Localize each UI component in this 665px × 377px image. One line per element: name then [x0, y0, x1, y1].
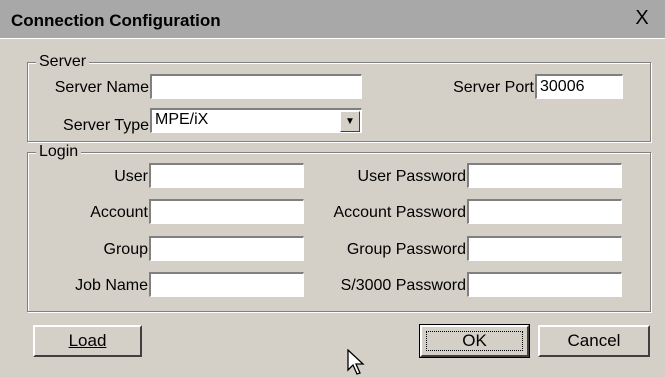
- server-group-legend: Server: [36, 53, 90, 71]
- user-input[interactable]: [149, 163, 304, 188]
- focus-rectangle: [426, 331, 523, 351]
- title-bar[interactable]: Connection Configuration X: [0, 0, 665, 39]
- account-label: Account: [90, 204, 148, 221]
- login-group-legend: Login: [36, 143, 82, 161]
- s3000-password-label: S/3000 Password: [340, 277, 466, 294]
- user-label: User: [114, 168, 148, 185]
- cancel-button-label: Cancel: [567, 331, 621, 350]
- user-password-input[interactable]: [467, 163, 622, 188]
- group-label: Group: [103, 241, 148, 258]
- load-button-label: Load: [68, 331, 107, 350]
- server-type-label: Server Type: [63, 117, 149, 134]
- job-name-label: Job Name: [75, 277, 148, 294]
- server-port-label: Server Port: [453, 79, 534, 96]
- dropdown-arrow-icon[interactable]: ▼: [340, 111, 360, 132]
- cancel-button[interactable]: Cancel: [538, 325, 650, 357]
- server-name-label: Server Name: [54, 79, 149, 96]
- server-name-input[interactable]: [150, 74, 362, 99]
- s3000-password-input[interactable]: [467, 272, 622, 297]
- load-button[interactable]: Load: [33, 325, 142, 357]
- window-title: Connection Configuration: [11, 11, 221, 30]
- connection-configuration-dialog: Connection Configuration X Server Server…: [0, 0, 665, 377]
- mouse-pointer-icon: [347, 349, 365, 375]
- account-password-label: Account Password: [333, 204, 466, 221]
- job-name-input[interactable]: [149, 272, 304, 297]
- group-input[interactable]: [149, 236, 304, 261]
- user-password-label: User Password: [357, 168, 466, 185]
- server-port-input[interactable]: [535, 74, 623, 99]
- group-password-input[interactable]: [467, 236, 622, 261]
- ok-button[interactable]: OK: [419, 324, 530, 358]
- account-password-input[interactable]: [467, 199, 622, 224]
- server-type-select[interactable]: MPE/iX ▼: [150, 108, 362, 133]
- close-icon[interactable]: X: [633, 8, 651, 28]
- account-input[interactable]: [149, 199, 304, 224]
- group-password-label: Group Password: [346, 241, 466, 258]
- server-type-value: MPE/iX: [155, 111, 209, 128]
